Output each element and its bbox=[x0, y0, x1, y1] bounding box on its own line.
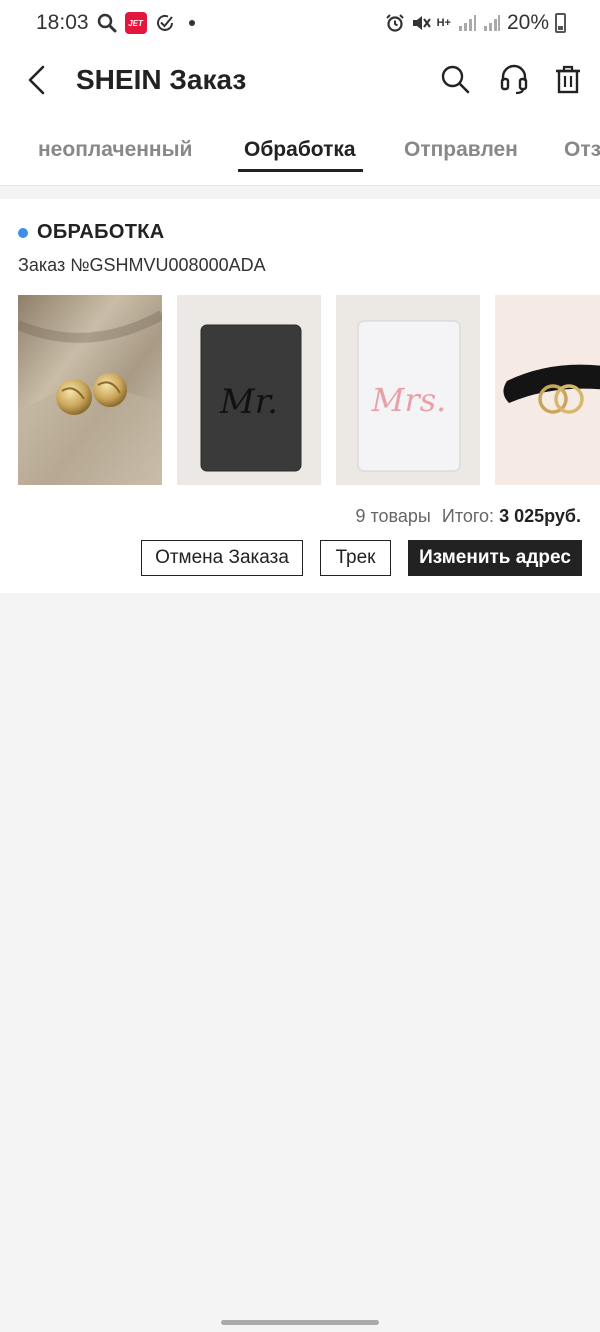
tab-shipped[interactable]: Отправлен bbox=[404, 138, 518, 162]
tab-reviews[interactable]: Отз bbox=[564, 138, 600, 162]
trash-icon[interactable] bbox=[551, 62, 585, 96]
tab-unpaid[interactable]: неоплаченный bbox=[38, 138, 192, 162]
alarm-icon bbox=[385, 13, 405, 33]
items-count: 9 товары bbox=[355, 506, 431, 526]
order-status: ОБРАБОТКА bbox=[37, 221, 165, 243]
status-bar: 18:03 JET H+ 20% bbox=[0, 0, 600, 46]
battery-percent: 20% bbox=[506, 11, 549, 34]
signal-icon-2 bbox=[483, 13, 501, 33]
signal-icon bbox=[457, 13, 477, 33]
product-image-belt[interactable] bbox=[495, 295, 600, 485]
page-title: SHEIN Заказ bbox=[76, 64, 247, 95]
home-indicator[interactable] bbox=[221, 1320, 379, 1325]
search-icon bbox=[97, 13, 117, 33]
total-value: 3 025руб. bbox=[499, 506, 581, 526]
status-time: 18:03 bbox=[36, 11, 89, 34]
product-thumbnails: Mr. Mrs. bbox=[18, 295, 600, 485]
tab-processing[interactable]: Обработка bbox=[244, 138, 356, 162]
product-image-mr-passport-cover[interactable]: Mr. bbox=[177, 295, 321, 485]
back-icon[interactable] bbox=[22, 64, 52, 96]
mrs-cover-label: Mrs. bbox=[371, 381, 447, 419]
order-status-row: ОБРАБОТКА bbox=[18, 221, 164, 244]
check-circle-icon bbox=[155, 13, 175, 33]
mute-icon bbox=[411, 13, 431, 33]
app-header: SHEIN Заказ bbox=[0, 46, 600, 114]
battery-icon bbox=[555, 13, 566, 33]
mr-cover-label: Mr. bbox=[219, 382, 278, 422]
track-button[interactable]: Трек bbox=[320, 540, 391, 576]
order-card[interactable]: ОБРАБОТКА Заказ №GSHMVU008000ADA Mr. Mrs… bbox=[0, 199, 600, 593]
product-image-mrs-passport-cover[interactable]: Mrs. bbox=[336, 295, 480, 485]
search-icon[interactable] bbox=[438, 62, 472, 96]
order-number: Заказ №GSHMVU008000ADA bbox=[18, 255, 266, 275]
jet-app-icon: JET bbox=[124, 12, 147, 34]
network-icon: H+ bbox=[436, 17, 451, 29]
product-image-earrings[interactable] bbox=[18, 295, 162, 485]
notification-dot bbox=[188, 20, 195, 26]
cancel-order-button[interactable]: Отмена Заказа bbox=[141, 540, 303, 576]
change-address-button[interactable]: Изменить адрес bbox=[408, 540, 582, 576]
active-tab-indicator bbox=[238, 169, 363, 172]
order-status-tabs: неоплаченный Обработка Отправлен Отз bbox=[0, 114, 600, 186]
headset-icon[interactable] bbox=[497, 62, 531, 96]
status-dot bbox=[18, 227, 28, 238]
total-label: Итого: bbox=[441, 506, 495, 526]
order-summary: 9 товары Итого: 3 025руб. bbox=[355, 506, 581, 527]
network-type-label: H+ bbox=[436, 17, 451, 29]
